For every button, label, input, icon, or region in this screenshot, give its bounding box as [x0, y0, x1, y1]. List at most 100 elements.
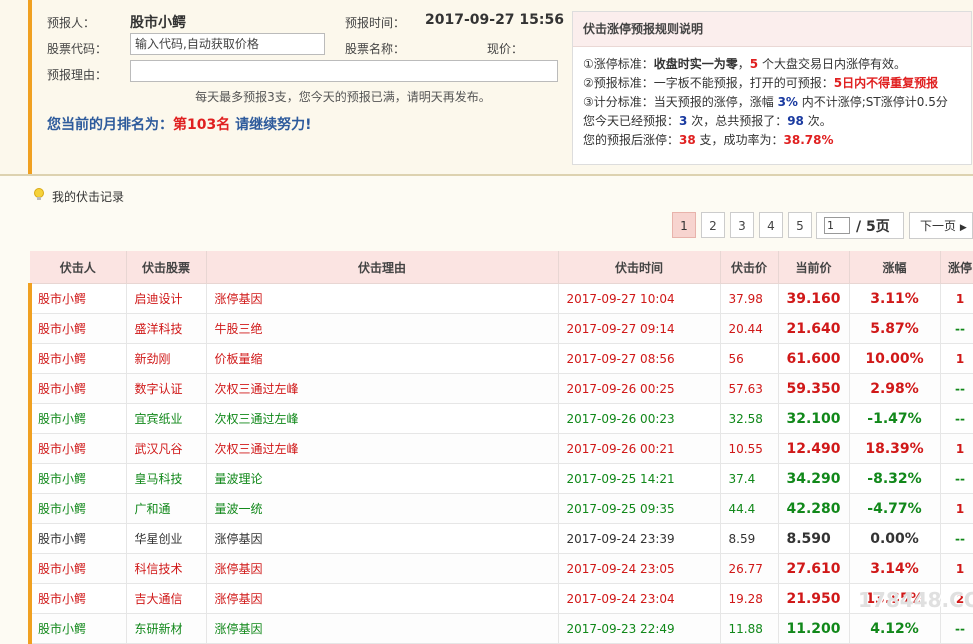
col-price[interactable]: 伏击价 — [720, 251, 779, 284]
price-label: 现价： — [487, 42, 524, 56]
cell-stock[interactable]: 武汉凡谷 — [126, 433, 207, 464]
table-row[interactable]: 股市小鳄 皇马科技 量波理论 2017-09-25 14:21 37.4 34.290 -8… — [28, 463, 973, 494]
table-row[interactable]: 股市小鳄 盛洋科技 牛股三绝 2017-09-27 09:14 20.44 21.640 5… — [28, 313, 973, 344]
rule-text: ②预报标准：一字板不能预报，打开的可预报： — [583, 76, 834, 90]
rules-box: 伏击涨停预报规则说明 ①涨停标准：收盘时实一为零，5 个大盘交易日内涨停有效。 … — [572, 11, 972, 165]
cell-reason: 涨停基因 — [206, 283, 559, 314]
col-time[interactable]: 伏击时间 — [558, 251, 721, 284]
cell-stock[interactable]: 启迪设计 — [126, 283, 207, 314]
table-row[interactable]: 股市小鳄 东研新材 涨停基因 2017-09-23 22:49 11.88 11.200 4… — [28, 613, 973, 644]
cell-limit: -- — [940, 463, 973, 494]
cell-time: 2017-09-27 09:14 — [558, 313, 721, 344]
rule-text: 5日内不得重复预报 — [833, 76, 939, 90]
cell-reason: 次权三通过左峰 — [206, 433, 559, 464]
table-row[interactable]: 股市小鳄 广和通 量波一统 2017-09-25 09:35 44.4 42.280 -4.… — [28, 493, 973, 524]
reason-input[interactable] — [130, 60, 558, 82]
reason-label: 预报理由： — [47, 68, 108, 82]
page-button-3[interactable]: 3 — [730, 212, 754, 238]
cell-stock[interactable]: 科信技术 — [126, 553, 207, 584]
cell-time: 2017-09-24 23:05 — [558, 553, 721, 584]
rule-text: 个大盘交易日内涨停有效。 — [758, 57, 906, 71]
rule-text: 内不计涨停;ST涨停计0.5分 — [797, 95, 948, 109]
reporter-label: 预报人： — [47, 16, 96, 30]
cell-user[interactable]: 股市小鳄 — [28, 493, 127, 524]
cell-time: 2017-09-26 00:21 — [558, 433, 721, 464]
col-change[interactable]: 涨幅 — [849, 251, 941, 284]
cell-change: 0.00% — [849, 523, 941, 554]
cell-reason: 量波一统 — [206, 493, 559, 524]
rule-line-5: 您的预报后涨停：38 支，成功率为：38.78% — [583, 131, 971, 150]
cell-stock[interactable]: 吉大通信 — [126, 583, 207, 614]
cell-current: 27.610 — [778, 553, 850, 584]
cell-price: 37.4 — [720, 463, 779, 494]
cell-user[interactable]: 股市小鳄 — [28, 613, 127, 644]
cell-reason: 涨停基因 — [206, 553, 559, 584]
col-stock[interactable]: 伏击股票 — [126, 251, 207, 284]
cell-current: 8.590 — [778, 523, 850, 554]
cell-user[interactable]: 股市小鳄 — [28, 283, 127, 314]
cell-stock[interactable]: 新劲刚 — [126, 343, 207, 374]
cell-stock[interactable]: 盛洋科技 — [126, 313, 207, 344]
cell-current: 32.100 — [778, 403, 850, 434]
time-label: 预报时间： — [345, 16, 406, 30]
cell-stock[interactable]: 华星创业 — [126, 523, 207, 554]
col-reason[interactable]: 伏击理由 — [206, 251, 559, 284]
cell-user[interactable]: 股市小鳄 — [28, 553, 127, 584]
rule-line-2: ②预报标准：一字板不能预报，打开的可预报：5日内不得重复预报 — [583, 74, 971, 93]
cell-price: 37.98 — [720, 283, 779, 314]
cell-time: 2017-09-26 00:23 — [558, 403, 721, 434]
table-row[interactable]: 股市小鳄 华星创业 涨停基因 2017-09-24 23:39 8.59 8.590 0.0… — [28, 523, 973, 554]
cell-limit: 1 — [940, 343, 973, 374]
cell-time: 2017-09-24 23:39 — [558, 523, 721, 554]
table-row[interactable]: 股市小鳄 启迪设计 涨停基因 2017-09-27 10:04 37.98 39.160 3… — [28, 283, 973, 314]
stock-code-input[interactable]: 输入代码,自动获取价格 — [130, 33, 325, 55]
next-page-button[interactable]: 下一页 ▶ — [909, 212, 973, 239]
table-row[interactable]: 股市小鳄 武汉凡谷 次权三通过左峰 2017-09-26 00:21 10.55 12.4… — [28, 433, 973, 464]
cell-user[interactable]: 股市小鳄 — [28, 583, 127, 614]
cell-stock[interactable]: 东研新材 — [126, 613, 207, 644]
cell-reason: 牛股三绝 — [206, 313, 559, 344]
code-label: 股票代码： — [47, 42, 108, 56]
page-button-5[interactable]: 5 — [788, 212, 812, 238]
cell-user[interactable]: 股市小鳄 — [28, 433, 127, 464]
cell-price: 8.59 — [720, 523, 779, 554]
cell-change: 18.39% — [849, 433, 941, 464]
cell-stock[interactable]: 数字认证 — [126, 373, 207, 404]
cell-user[interactable]: 股市小鳄 — [28, 523, 127, 554]
table-row[interactable]: 股市小鳄 新劲刚 价板量缩 2017-09-27 08:56 56 61.600 10.00… — [28, 343, 973, 374]
rules-body: ①涨停标准：收盘时实一为零，5 个大盘交易日内涨停有效。 ②预报标准：一字板不能… — [573, 47, 971, 150]
cell-user[interactable]: 股市小鳄 — [28, 373, 127, 404]
col-limit[interactable]: 涨停 — [940, 251, 973, 284]
cell-price: 11.88 — [720, 613, 779, 644]
page-button-1[interactable]: 1 — [672, 212, 696, 238]
cell-current: 61.600 — [778, 343, 850, 374]
cell-limit: 1 — [940, 553, 973, 584]
cell-stock[interactable]: 宜宾纸业 — [126, 403, 207, 434]
cell-limit: 1 — [940, 493, 973, 524]
cell-reason: 涨停基因 — [206, 583, 559, 614]
page-jump-input[interactable]: 1 — [824, 217, 850, 234]
cell-user[interactable]: 股市小鳄 — [28, 403, 127, 434]
cell-change: 3.11% — [849, 283, 941, 314]
table-row[interactable]: 股市小鳄 宜宾纸业 次权三通过左峰 2017-09-26 00:23 32.58 32.1… — [28, 403, 973, 434]
cell-user[interactable]: 股市小鳄 — [28, 343, 127, 374]
cell-limit: -- — [940, 523, 973, 554]
rule-line-1: ①涨停标准：收盘时实一为零，5 个大盘交易日内涨停有效。 — [583, 55, 971, 74]
cell-current: 11.200 — [778, 613, 850, 644]
rule-line-4: 您今天已经预报：3 次，总共预报了：98 次。 — [583, 112, 971, 131]
lightbulb-icon — [34, 188, 44, 200]
col-current[interactable]: 当前价 — [778, 251, 850, 284]
table-row[interactable]: 股市小鳄 数字认证 次权三通过左峰 2017-09-26 00:25 57.63 59.3… — [28, 373, 973, 404]
cell-reason: 次权三通过左峰 — [206, 403, 559, 434]
col-user[interactable]: 伏击人 — [30, 251, 127, 284]
page-button-4[interactable]: 4 — [759, 212, 783, 238]
cell-user[interactable]: 股市小鳄 — [28, 313, 127, 344]
page-button-2[interactable]: 2 — [701, 212, 725, 238]
rule-text: ， — [737, 57, 750, 71]
table-row[interactable]: 股市小鳄 吉大通信 涨停基因 2017-09-24 23:04 19.28 21.950 1… — [28, 583, 973, 614]
table-row[interactable]: 股市小鳄 科信技术 涨停基因 2017-09-24 23:05 26.77 27.610 3… — [28, 553, 973, 584]
cell-user[interactable]: 股市小鳄 — [28, 463, 127, 494]
limit-notice: 每天最多预报3支，您今天的预报已满，请明天再发布。 — [195, 90, 491, 104]
cell-stock[interactable]: 皇马科技 — [126, 463, 207, 494]
cell-stock[interactable]: 广和通 — [126, 493, 207, 524]
